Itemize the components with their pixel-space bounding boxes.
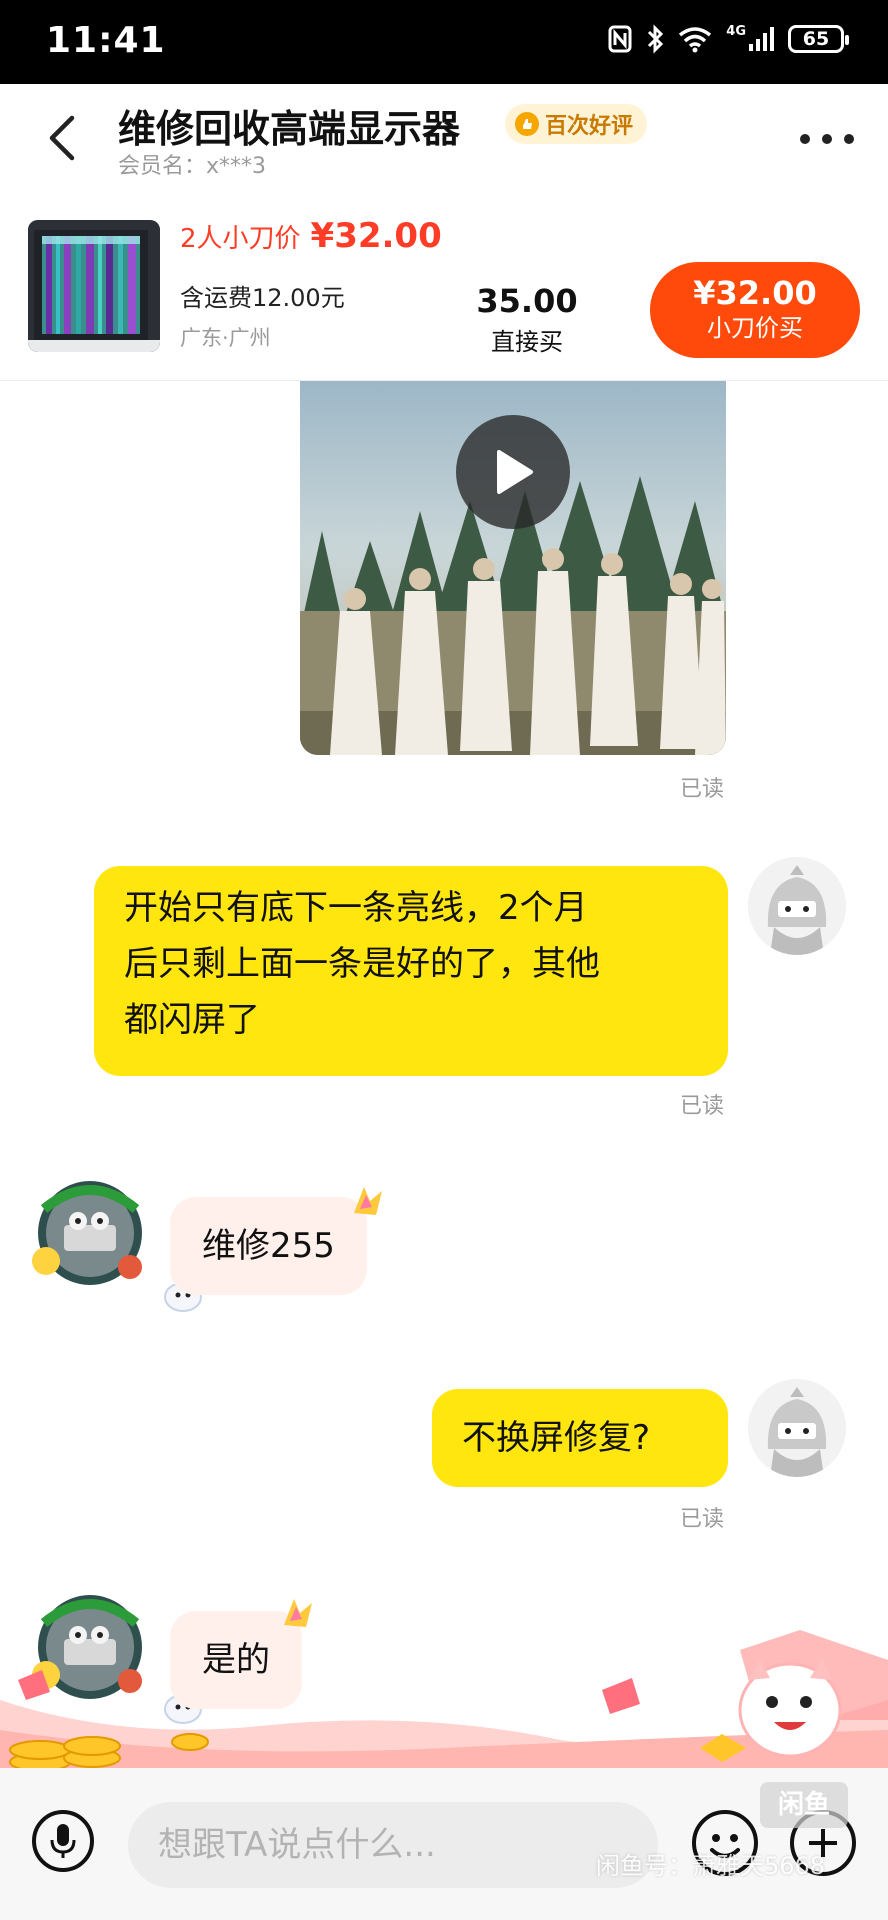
message-line: 都闪屏了 [124, 1000, 260, 1040]
peer-avatar[interactable] [30, 1587, 150, 1707]
bubble-decoration-icon [280, 1595, 316, 1631]
product-card[interactable]: 2人小刀价 ¥32.00 含运费12.00元 广东·广州 35.00 直接买 ¥… [0, 192, 888, 381]
member-name-value: x***3 [206, 154, 267, 179]
cellular-signal-icon: 4G [726, 24, 774, 54]
nfc-icon [608, 24, 632, 54]
chat-area[interactable]: 已读 开始只有底下一条亮线，2个月 后只剩上面一条是好的了，其他 都闪屏了 已读 [0, 381, 888, 1768]
status-icons: 4G 65 [608, 24, 849, 54]
message-line: 开始只有底下一条亮线，2个月 [124, 888, 588, 928]
read-receipt: 已读 [680, 1094, 725, 1119]
bargain-button-label: 小刀价买 [707, 314, 803, 342]
wifi-icon [678, 24, 712, 54]
video-message[interactable] [300, 381, 726, 755]
watermark-logo: 闲鱼 [760, 1782, 848, 1828]
bargain-price: ¥32.00 [310, 216, 442, 256]
badge-icon [515, 112, 539, 136]
more-dot-icon [844, 134, 854, 144]
member-name-label: 会员名： [118, 154, 207, 179]
product-thumbnail[interactable] [28, 220, 160, 352]
microphone-icon [50, 1824, 76, 1858]
bargain-button-price: ¥32.00 [693, 274, 817, 312]
read-receipt: 已读 [680, 1507, 725, 1532]
member-name: 会员名：x***3 [118, 148, 266, 180]
chat-header: 维修回收高端显示器 百次好评 会员名：x***3 [0, 84, 888, 192]
message-bubble-mine[interactable]: 开始只有底下一条亮线，2个月 后只剩上面一条是好的了，其他 都闪屏了 [94, 866, 728, 1076]
direct-buy-label: 直接买 [491, 328, 563, 356]
my-avatar[interactable] [748, 1379, 846, 1477]
battery-indicator: 65 [788, 25, 849, 53]
message-text: 是的 [202, 1640, 270, 1680]
message-line: 后只剩上面一条是好的了，其他 [124, 944, 600, 984]
watermark-text: 闲鱼号：萧雅天5668 [596, 1852, 826, 1880]
more-dot-icon [822, 134, 832, 144]
bubble-decoration-icon [350, 1183, 386, 1219]
bargain-buy-button[interactable]: ¥32.00 小刀价买 [650, 262, 860, 358]
bargain-label: 2人小刀价 [180, 224, 301, 254]
message-text: 维修255 [202, 1226, 335, 1266]
direct-price: 35.00 [476, 282, 578, 320]
play-button[interactable] [456, 415, 570, 529]
bluetooth-icon [646, 24, 664, 54]
more-options-button[interactable] [800, 124, 854, 154]
message-input[interactable]: 想跟TA说点什么... [128, 1802, 658, 1888]
message-text: 不换屏修复? [462, 1418, 651, 1458]
my-avatar[interactable] [748, 857, 846, 955]
play-icon [497, 450, 533, 494]
message-bubble-mine[interactable]: 不换屏修复? [432, 1389, 728, 1487]
message-bubble-peer[interactable]: 维修255 [170, 1197, 367, 1295]
shipping-fee: 含运费12.00元 [180, 284, 345, 312]
more-dot-icon [800, 134, 810, 144]
seller-location: 广东·广州 [180, 326, 271, 350]
voice-input-button[interactable] [32, 1810, 94, 1872]
network-type: 4G [726, 23, 746, 39]
message-input-bar: 想跟TA说点什么... 闲鱼 闲鱼号：萧雅天5668 [0, 1768, 888, 1920]
bargain-price-line: 2人小刀价 ¥32.00 [180, 216, 442, 256]
rating-badge: 百次好评 [505, 104, 648, 144]
badge-label: 百次好评 [545, 114, 634, 139]
status-bar: 11:41 4G 65 [0, 0, 888, 84]
chevron-left-icon [49, 115, 75, 161]
page-title: 维修回收高端显示器 [118, 107, 461, 151]
status-time: 11:41 [46, 20, 166, 61]
peer-avatar[interactable] [30, 1173, 150, 1293]
read-receipt: 已读 [680, 777, 725, 802]
direct-buy-button[interactable]: 35.00 直接买 [470, 282, 584, 357]
back-button[interactable] [36, 110, 86, 166]
